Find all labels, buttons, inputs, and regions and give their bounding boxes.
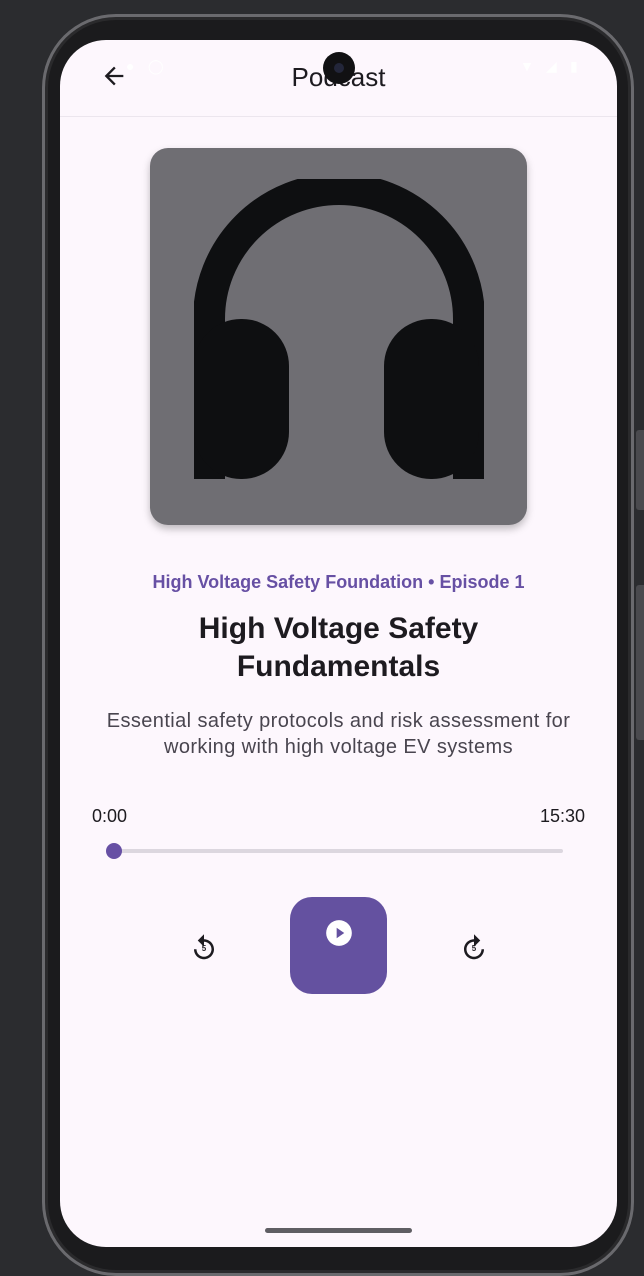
status-notification-icon: ●: [126, 58, 135, 74]
progress-slider[interactable]: [114, 849, 563, 853]
episode-description: Essential safety protocols and risk asse…: [106, 710, 571, 758]
current-time: 0:00: [92, 806, 128, 826]
top-app-bar: Podcast ● ◯ ▼ ◢ ▮: [60, 40, 617, 117]
rewind-5-button[interactable]: 5: [184, 928, 224, 968]
forward-seconds-label: 5: [471, 944, 477, 953]
forward-5-button[interactable]: 5: [454, 928, 494, 968]
forward-5-icon: 5: [459, 933, 489, 963]
episode-title: High Voltage Safety Fundamentals: [198, 612, 479, 683]
progress-thumb[interactable]: [106, 843, 122, 859]
status-shield-icon: ◯: [148, 58, 164, 74]
rewind-seconds-label: 5: [201, 944, 207, 953]
play-button[interactable]: [290, 897, 387, 994]
wifi-icon: ▼: [520, 58, 534, 74]
replay-5-icon: 5: [189, 933, 219, 963]
battery-icon: ▮: [570, 58, 578, 74]
headphones-icon: [192, 173, 485, 494]
front-camera: [323, 52, 355, 84]
play-circle-icon: [325, 919, 353, 952]
total-duration: 15:30: [539, 806, 585, 826]
power-button: [636, 585, 644, 740]
signal-icon: ◢: [546, 58, 557, 74]
home-indicator[interactable]: [265, 1228, 412, 1233]
volume-button: [636, 430, 644, 510]
episode-series-label: High Voltage Safety Foundation • Episode…: [152, 572, 525, 592]
podcast-artwork: [150, 148, 527, 525]
app-screen: Podcast ● ◯ ▼ ◢ ▮ High Voltage Safety Fo…: [60, 40, 617, 1247]
